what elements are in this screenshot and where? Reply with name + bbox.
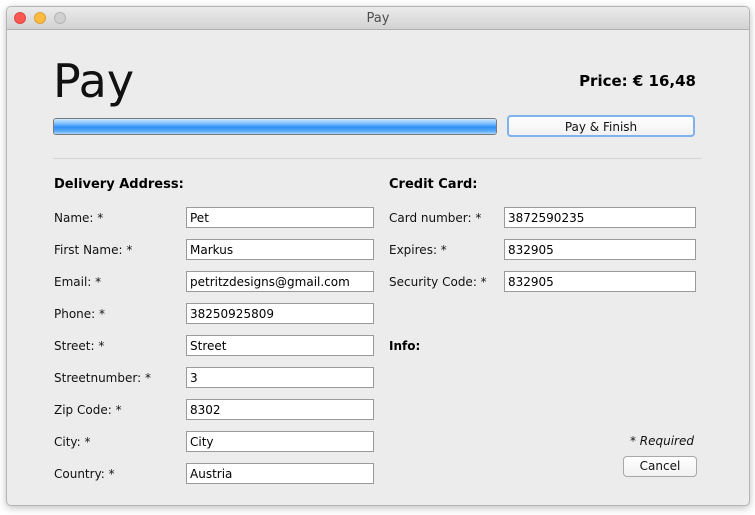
streetnumber-field[interactable] bbox=[186, 367, 374, 388]
country-field[interactable] bbox=[186, 463, 374, 484]
credit-card-title: Credit Card: bbox=[389, 177, 478, 192]
phone-field[interactable] bbox=[186, 303, 374, 324]
city-label: City: * bbox=[54, 435, 91, 449]
country-label: Country: * bbox=[54, 467, 115, 481]
email-field[interactable] bbox=[186, 271, 374, 292]
street-label: Street: * bbox=[54, 339, 105, 353]
delivery-address-title: Delivery Address: bbox=[54, 177, 184, 192]
first-name-field[interactable] bbox=[186, 239, 374, 260]
card-number-label: Card number: * bbox=[389, 211, 482, 225]
pay-form: Pay Price: € 16,48 Pay & Finish Delivery… bbox=[7, 30, 749, 505]
header-divider bbox=[53, 158, 701, 159]
page-title: Pay bbox=[53, 54, 135, 108]
expires-label: Expires: * bbox=[389, 243, 447, 257]
card-number-field[interactable] bbox=[504, 207, 696, 228]
zip-code-label: Zip Code: * bbox=[54, 403, 122, 417]
required-note: * Required bbox=[629, 434, 694, 448]
streetnumber-label: Streetnumber: * bbox=[54, 371, 151, 385]
email-label: Email: * bbox=[54, 275, 102, 289]
city-field[interactable] bbox=[186, 431, 374, 452]
progress-fill bbox=[54, 119, 496, 134]
zip-code-field[interactable] bbox=[186, 399, 374, 420]
price-label: Price: € 16,48 bbox=[579, 72, 696, 90]
pay-and-finish-button[interactable]: Pay & Finish bbox=[507, 115, 695, 137]
security-code-label: Security Code: * bbox=[389, 275, 487, 289]
info-label: Info: bbox=[389, 339, 421, 353]
phone-label: Phone: * bbox=[54, 307, 106, 321]
expires-field[interactable] bbox=[504, 239, 696, 260]
security-code-field[interactable] bbox=[504, 271, 696, 292]
name-field[interactable] bbox=[186, 207, 374, 228]
first-name-label: First Name: * bbox=[54, 243, 133, 257]
cancel-button[interactable]: Cancel bbox=[623, 456, 697, 477]
title-bar[interactable]: Pay bbox=[7, 7, 749, 30]
street-field[interactable] bbox=[186, 335, 374, 356]
name-label: Name: * bbox=[54, 211, 104, 225]
payment-progress-bar bbox=[53, 118, 497, 135]
pay-window: Pay Pay Price: € 16,48 Pay & Finish Deli… bbox=[6, 6, 750, 506]
window-title: Pay bbox=[366, 11, 390, 26]
